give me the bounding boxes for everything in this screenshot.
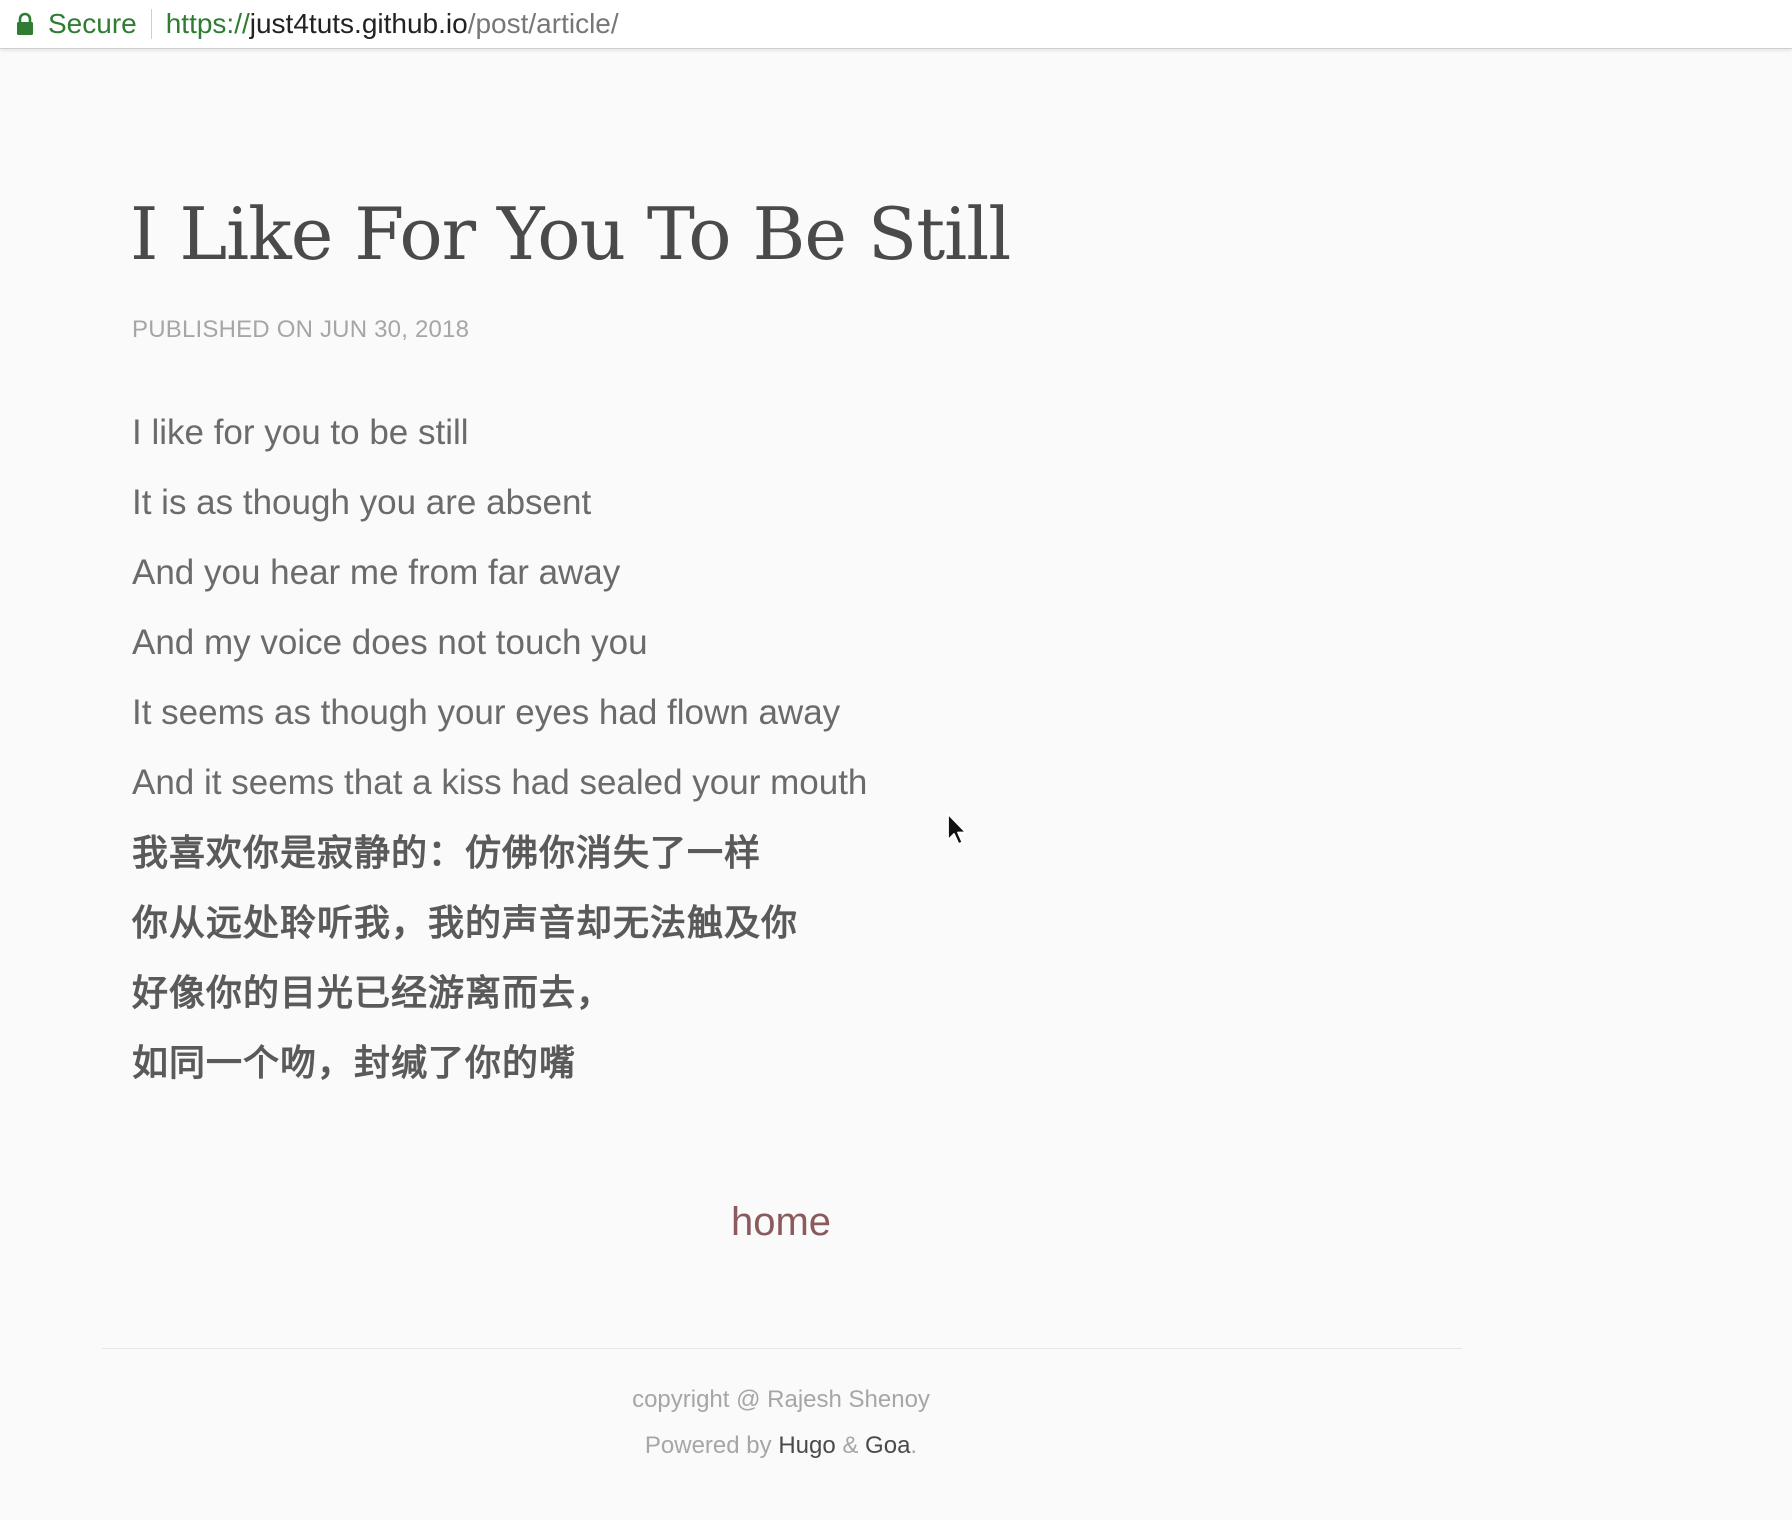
- poem-line-chinese: 如同一个吻，封缄了你的嘴: [132, 1042, 577, 1083]
- post-published-date: PUBLISHED ON JUN 30, 2018: [132, 316, 470, 343]
- poem-line-chinese: 我喜欢你是寂静的：仿佛你消失了一样: [132, 832, 762, 873]
- url-scheme: https://: [165, 8, 250, 39]
- url-text[interactable]: https://just4tuts.github.io/post/article…: [166, 8, 619, 40]
- footer-powered-by: Powered by Hugo & Goa.: [0, 1432, 1562, 1460]
- poem-line: And it seems that a kiss had sealed your…: [132, 763, 868, 802]
- secure-label[interactable]: Secure: [48, 8, 137, 40]
- url-host: just4tuts.github.io: [249, 8, 468, 39]
- poem-line-chinese: 好像你的目光已经游离而去，: [132, 972, 614, 1013]
- period: .: [910, 1432, 918, 1459]
- browser-address-bar[interactable]: Secure https://just4tuts.github.io/post/…: [0, 0, 1792, 49]
- footer-divider: [102, 1348, 1462, 1349]
- hugo-link[interactable]: Hugo: [778, 1432, 835, 1459]
- poem-line: And my voice does not touch you: [132, 623, 648, 662]
- poem-line: And you hear me from far away: [132, 553, 621, 592]
- poem-line: It is as though you are absent: [132, 483, 592, 522]
- lock-icon: [17, 12, 33, 35]
- poem-line: It seems as though your eyes had flown a…: [132, 693, 841, 732]
- address-divider: [150, 9, 152, 39]
- poem-body: I like for you to be still It is as thou…: [132, 398, 867, 1098]
- goa-link[interactable]: Goa: [865, 1432, 910, 1459]
- ampersand: &: [842, 1432, 859, 1459]
- url-path: /post/article/: [467, 8, 619, 39]
- post-title: I Like For You To Be Still: [130, 192, 1011, 276]
- footer-copyright: copyright @ Rajesh Shenoy: [632, 1386, 930, 1413]
- poem-line: I like for you to be still: [132, 413, 469, 452]
- mouse-cursor-icon: [947, 813, 967, 845]
- poem-line-chinese: 你从远处聆听我，我的声音却无法触及你: [132, 902, 799, 943]
- home-link[interactable]: home: [0, 1200, 1562, 1245]
- powered-by-label: Powered by: [644, 1432, 772, 1459]
